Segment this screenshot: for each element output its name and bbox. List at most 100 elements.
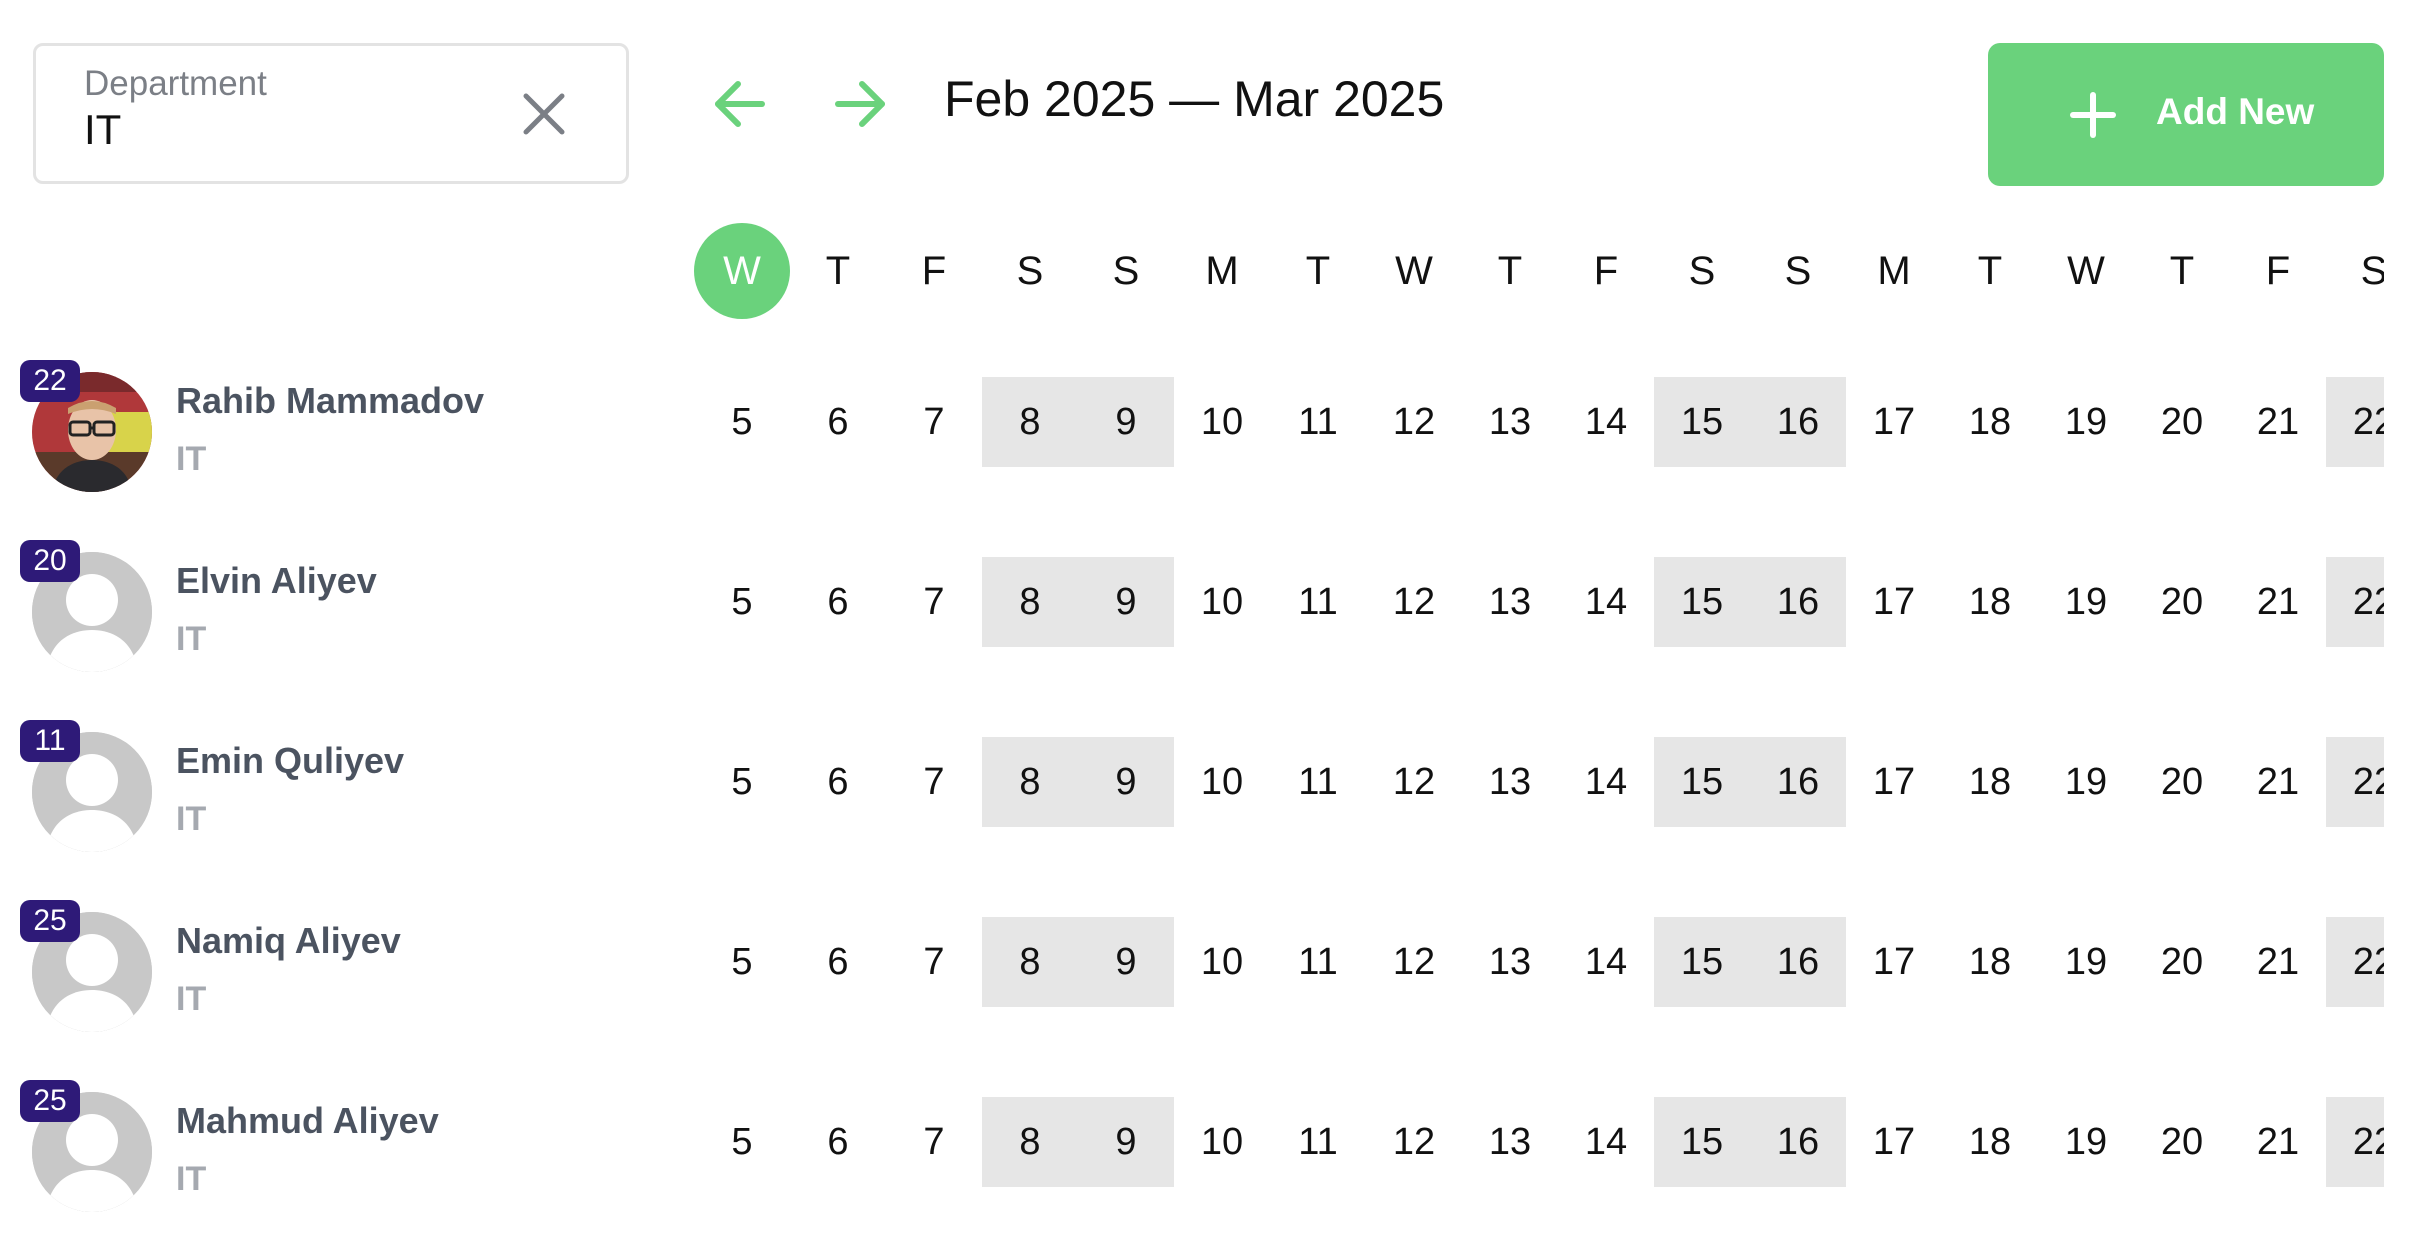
day-cell-weekend[interactable]: 15 (1654, 1097, 1750, 1187)
day-cell-weekend[interactable]: 9 (1078, 377, 1174, 467)
day-cell[interactable]: 21 (2230, 917, 2326, 1007)
day-cell[interactable]: 11 (1270, 917, 1366, 1007)
day-cell[interactable]: 13 (1462, 557, 1558, 647)
day-cell-weekend[interactable]: 16 (1750, 917, 1846, 1007)
day-cell-weekend[interactable]: 9 (1078, 917, 1174, 1007)
department-filter-label: Department (84, 64, 267, 103)
day-cell[interactable]: 14 (1558, 737, 1654, 827)
day-cell[interactable]: 19 (2038, 377, 2134, 467)
day-cell[interactable]: 18 (1942, 917, 2038, 1007)
day-cell[interactable]: 17 (1846, 377, 1942, 467)
day-cell[interactable]: 13 (1462, 1097, 1558, 1187)
day-cell-weekend[interactable]: 22 (2326, 1097, 2384, 1187)
day-cell[interactable]: 19 (2038, 737, 2134, 827)
day-cell[interactable]: 5 (694, 737, 790, 827)
day-cell[interactable]: 7 (886, 917, 982, 1007)
day-cell[interactable]: 6 (790, 1097, 886, 1187)
day-cell[interactable]: 12 (1366, 737, 1462, 827)
day-cell-weekend[interactable]: 8 (982, 917, 1078, 1007)
day-cell[interactable]: 6 (790, 557, 886, 647)
day-cell[interactable]: 11 (1270, 377, 1366, 467)
day-cell[interactable]: 10 (1174, 737, 1270, 827)
day-cell-weekend[interactable]: 15 (1654, 557, 1750, 647)
day-cell[interactable]: 21 (2230, 377, 2326, 467)
day-cell[interactable]: 17 (1846, 1097, 1942, 1187)
day-cell[interactable]: 20 (2134, 1097, 2230, 1187)
day-cell-weekend[interactable]: 16 (1750, 737, 1846, 827)
day-cell-weekend[interactable]: 15 (1654, 917, 1750, 1007)
day-cell[interactable]: 10 (1174, 557, 1270, 647)
day-cell-weekend[interactable]: 9 (1078, 557, 1174, 647)
day-cell[interactable]: 20 (2134, 377, 2230, 467)
day-cell-weekend[interactable]: 22 (2326, 557, 2384, 647)
day-cell[interactable]: 14 (1558, 377, 1654, 467)
day-cell[interactable]: 11 (1270, 737, 1366, 827)
day-cell[interactable]: 21 (2230, 737, 2326, 827)
day-cell[interactable]: 18 (1942, 737, 2038, 827)
day-cell[interactable]: 17 (1846, 737, 1942, 827)
day-cell-weekend[interactable]: 16 (1750, 1097, 1846, 1187)
day-cell[interactable]: 14 (1558, 557, 1654, 647)
day-cell[interactable]: 13 (1462, 737, 1558, 827)
day-cell[interactable]: 6 (790, 917, 886, 1007)
employee-row[interactable]: 25 Mahmud Aliyev IT (0, 1080, 690, 1220)
day-cell[interactable]: 19 (2038, 557, 2134, 647)
employee-row[interactable]: 25 Namiq Aliyev IT (0, 900, 690, 1040)
day-cell[interactable]: 17 (1846, 917, 1942, 1007)
day-cell-weekend[interactable]: 16 (1750, 377, 1846, 467)
day-cell-weekend[interactable]: 8 (982, 1097, 1078, 1187)
day-cell-weekend[interactable]: 9 (1078, 737, 1174, 827)
day-cell[interactable]: 14 (1558, 917, 1654, 1007)
day-cell[interactable]: 21 (2230, 557, 2326, 647)
day-cell[interactable]: 20 (2134, 917, 2230, 1007)
day-cell-weekend[interactable]: 22 (2326, 377, 2384, 467)
day-cell[interactable]: 10 (1174, 1097, 1270, 1187)
day-cell-weekend[interactable]: 8 (982, 377, 1078, 467)
employee-row[interactable]: 11 Emin Quliyev IT (0, 720, 690, 860)
day-cell[interactable]: 12 (1366, 917, 1462, 1007)
day-cell[interactable]: 13 (1462, 377, 1558, 467)
count-badge: 20 (20, 540, 80, 582)
day-cell[interactable]: 20 (2134, 737, 2230, 827)
day-cell-weekend[interactable]: 22 (2326, 917, 2384, 1007)
day-cell[interactable]: 12 (1366, 377, 1462, 467)
day-cell[interactable]: 6 (790, 737, 886, 827)
day-cell-weekend[interactable]: 9 (1078, 1097, 1174, 1187)
employee-row[interactable]: 20 Elvin Aliyev IT (0, 540, 690, 680)
day-cell[interactable]: 18 (1942, 1097, 2038, 1187)
department-filter[interactable]: Department IT (33, 43, 629, 184)
day-cell[interactable]: 11 (1270, 1097, 1366, 1187)
day-cell[interactable]: 18 (1942, 377, 2038, 467)
clear-icon[interactable] (520, 90, 568, 138)
day-cell[interactable]: 11 (1270, 557, 1366, 647)
day-cell[interactable]: 13 (1462, 917, 1558, 1007)
day-cell[interactable]: 12 (1366, 557, 1462, 647)
day-cell[interactable]: 5 (694, 377, 790, 467)
day-cell[interactable]: 10 (1174, 377, 1270, 467)
day-cell[interactable]: 12 (1366, 1097, 1462, 1187)
day-cell[interactable]: 5 (694, 1097, 790, 1187)
day-cell[interactable]: 14 (1558, 1097, 1654, 1187)
day-cell[interactable]: 17 (1846, 557, 1942, 647)
day-cell-weekend[interactable]: 8 (982, 557, 1078, 647)
day-cell-weekend[interactable]: 8 (982, 737, 1078, 827)
day-cell[interactable]: 7 (886, 377, 982, 467)
day-cell-weekend[interactable]: 15 (1654, 377, 1750, 467)
day-cell[interactable]: 7 (886, 557, 982, 647)
employee-department: IT (176, 980, 207, 1018)
day-cell[interactable]: 21 (2230, 1097, 2326, 1187)
day-cell[interactable]: 7 (886, 737, 982, 827)
day-cell[interactable]: 10 (1174, 917, 1270, 1007)
employee-row[interactable]: 22 Rahib Mammadov IT (0, 360, 690, 500)
day-cell[interactable]: 7 (886, 1097, 982, 1187)
day-cell[interactable]: 18 (1942, 557, 2038, 647)
day-cell-weekend[interactable]: 22 (2326, 737, 2384, 827)
day-cell[interactable]: 6 (790, 377, 886, 467)
day-cell[interactable]: 19 (2038, 917, 2134, 1007)
day-cell[interactable]: 5 (694, 557, 790, 647)
day-cell[interactable]: 20 (2134, 557, 2230, 647)
day-cell-weekend[interactable]: 15 (1654, 737, 1750, 827)
day-cell[interactable]: 5 (694, 917, 790, 1007)
day-cell-weekend[interactable]: 16 (1750, 557, 1846, 647)
day-cell[interactable]: 19 (2038, 1097, 2134, 1187)
